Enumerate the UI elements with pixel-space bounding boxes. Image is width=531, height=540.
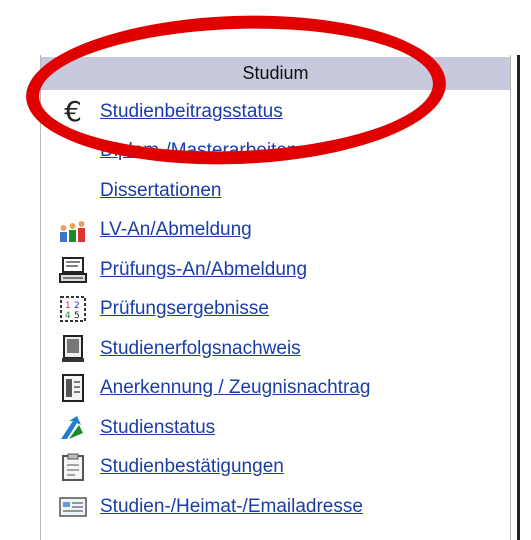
- link-studienerfolgsnachweis[interactable]: Studienerfolgsnachweis: [100, 338, 301, 360]
- menu-item-studienbestaetigungen[interactable]: Studienbestätigungen: [56, 448, 511, 488]
- menu-item-lv-anmeldung[interactable]: LV-An/Abmeldung: [56, 211, 511, 251]
- blank-icon: [56, 137, 90, 165]
- euro-icon: €: [64, 94, 82, 128]
- link-studienstatus[interactable]: Studienstatus: [100, 417, 215, 439]
- link-dissertationen[interactable]: Dissertationen: [100, 180, 221, 202]
- status-arrow-icon: [56, 414, 90, 442]
- people-icon: [56, 216, 90, 244]
- menu-item-studienstatus[interactable]: Studienstatus: [56, 408, 511, 448]
- svg-text:2: 2: [74, 301, 80, 311]
- blank-icon: [56, 177, 90, 205]
- menu-item-pruefungs-anmeldung[interactable]: Prüfungs-An/Abmeldung: [56, 250, 511, 290]
- link-pruefungs-anmeldung[interactable]: Prüfungs-An/Abmeldung: [100, 259, 307, 281]
- screenshot-stage: Studium € Studienbeitragsstatus Diplom-/…: [0, 0, 531, 540]
- section-title: Studium: [242, 63, 309, 83]
- link-pruefungsergebnisse[interactable]: Prüfungsergebnisse: [100, 298, 269, 320]
- menu-item-anerkennung[interactable]: Anerkennung / Zeugnisnachtrag: [56, 369, 511, 409]
- address-card-icon: [56, 493, 90, 521]
- link-adresse[interactable]: Studien-/Heimat-/Emailadresse: [100, 496, 363, 518]
- section-header-studium: Studium: [41, 57, 510, 90]
- content-panel-edge: [517, 55, 531, 540]
- svg-text:4: 4: [65, 311, 71, 321]
- menu-item-dissertationen[interactable]: Dissertationen: [56, 171, 511, 211]
- menu-item-studienerfolgsnachweis[interactable]: Studienerfolgsnachweis: [56, 329, 511, 369]
- clipboard-icon: [56, 453, 90, 482]
- results-grid-icon: 1 2 4 5: [56, 295, 90, 323]
- exam-computer-icon: [56, 256, 90, 284]
- menu-item-diplom-masterarbeiten[interactable]: Diplom-/Masterarbeiten: [56, 132, 511, 172]
- svg-text:5: 5: [74, 311, 80, 321]
- certificate-icon: [56, 374, 90, 403]
- link-diplom-masterarbeiten[interactable]: Diplom-/Masterarbeiten: [100, 140, 297, 162]
- menu-item-pruefungsergebnisse[interactable]: 1 2 4 5 Prüfungsergebnisse: [56, 290, 511, 330]
- document-stack-icon: [56, 334, 90, 363]
- link-studienbeitragsstatus[interactable]: Studienbeitragsstatus: [100, 101, 283, 123]
- menu-item-adresse[interactable]: Studien-/Heimat-/Emailadresse: [56, 487, 511, 527]
- studium-menu: € Studienbeitragsstatus Diplom-/Masterar…: [56, 92, 511, 527]
- link-anerkennung[interactable]: Anerkennung / Zeugnisnachtrag: [100, 377, 370, 399]
- link-lv-anmeldung[interactable]: LV-An/Abmeldung: [100, 219, 252, 241]
- svg-text:1: 1: [65, 301, 71, 311]
- menu-item-studienbeitragsstatus[interactable]: € Studienbeitragsstatus: [56, 92, 511, 132]
- link-studienbestaetigungen[interactable]: Studienbestätigungen: [100, 456, 284, 478]
